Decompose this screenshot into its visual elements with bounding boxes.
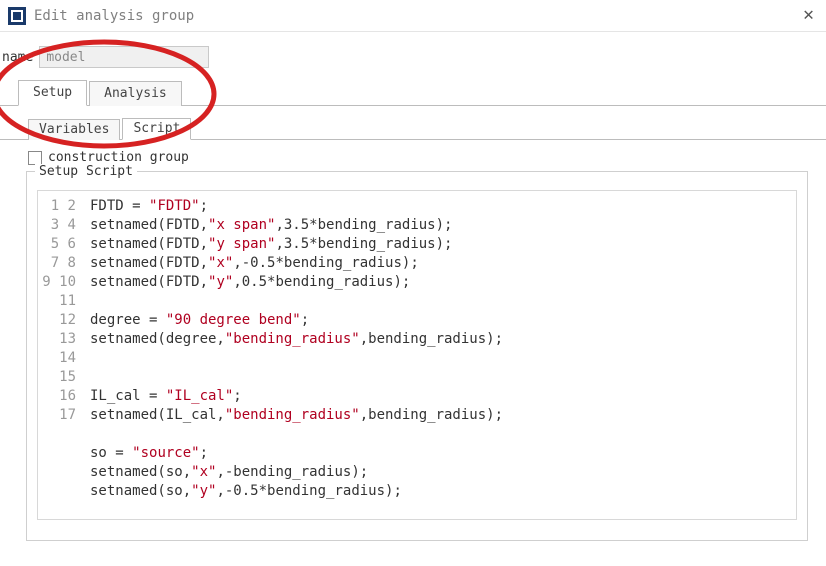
code-content[interactable]: FDTD = "FDTD"; setnamed(FDTD,"x span",3.… (86, 191, 503, 519)
setup-script-group: Setup Script 1 2 3 4 5 6 7 8 9 10 11 12 … (26, 171, 808, 541)
app-icon (8, 7, 26, 25)
titlebar: Edit analysis group ✕ (0, 0, 826, 32)
subtab-script-label: Script (133, 121, 180, 136)
close-icon[interactable]: ✕ (803, 4, 814, 25)
tab-setup-label: Setup (33, 85, 72, 100)
name-row: name (0, 32, 826, 78)
subtab-variables-label: Variables (39, 122, 109, 137)
setup-script-legend: Setup Script (35, 164, 137, 179)
sub-tabs: Variables Script (0, 116, 826, 140)
tab-analysis[interactable]: Analysis (89, 81, 182, 106)
construction-group-checkbox[interactable] (28, 151, 42, 165)
window-title: Edit analysis group (34, 8, 194, 24)
code-gutter: 1 2 3 4 5 6 7 8 9 10 11 12 13 14 15 16 1… (38, 191, 86, 519)
tab-analysis-label: Analysis (104, 86, 167, 101)
name-label: name (2, 50, 33, 65)
code-editor[interactable]: 1 2 3 4 5 6 7 8 9 10 11 12 13 14 15 16 1… (37, 190, 797, 520)
subtab-variables[interactable]: Variables (28, 119, 120, 140)
name-input[interactable] (39, 46, 209, 68)
construction-group-label: construction group (48, 150, 189, 165)
main-tabs: Setup Analysis (0, 78, 826, 106)
subtab-script[interactable]: Script (122, 118, 191, 140)
tab-setup[interactable]: Setup (18, 80, 87, 106)
